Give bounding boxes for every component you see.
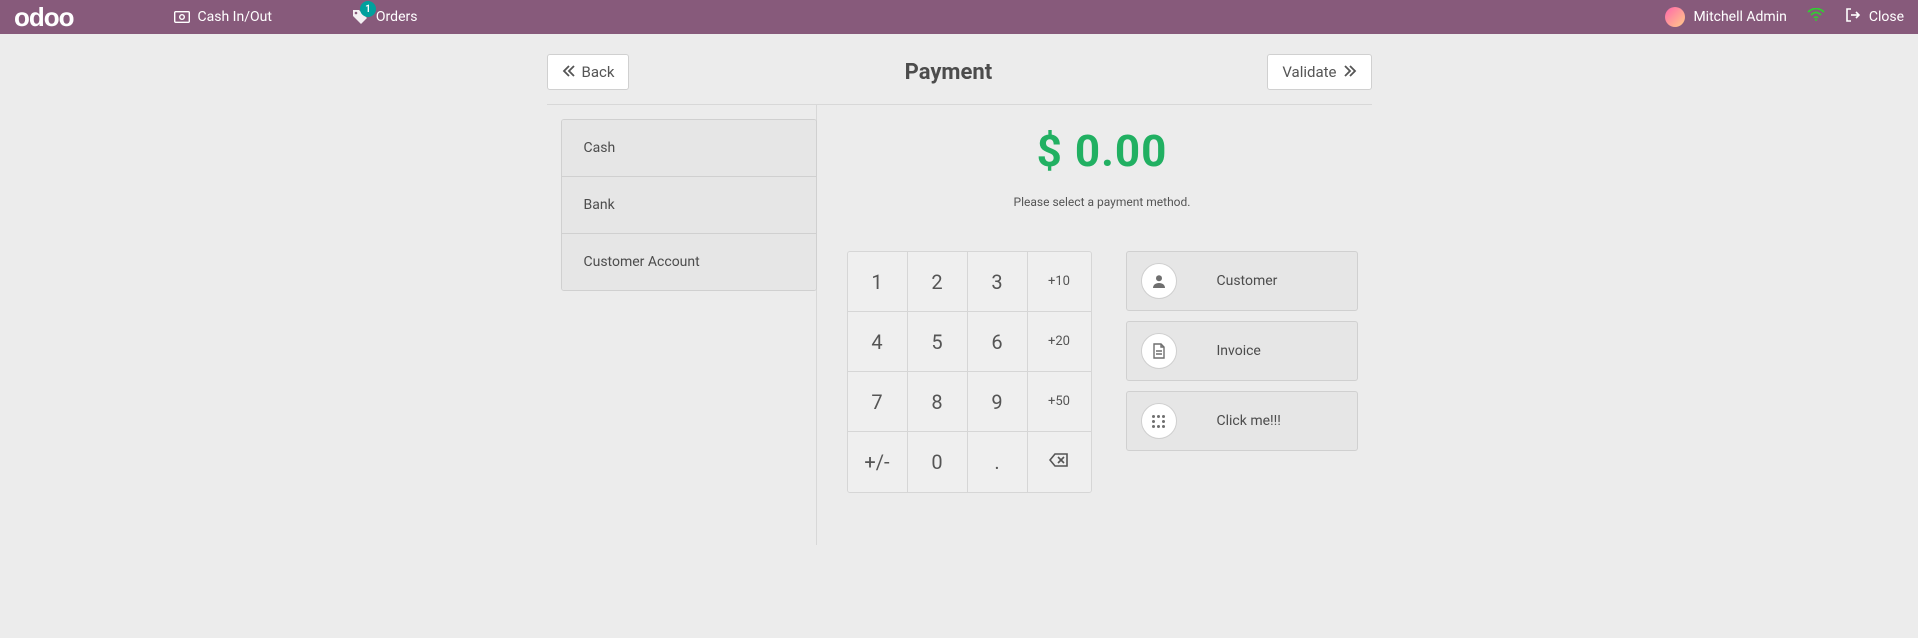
key-1[interactable]: 1: [848, 252, 908, 312]
key-7[interactable]: 7: [848, 372, 908, 432]
clickme-button[interactable]: Click me!!!: [1126, 391, 1358, 451]
validate-label: Validate: [1282, 63, 1336, 81]
key-dot[interactable]: .: [968, 432, 1028, 492]
action-label: Invoice: [1217, 343, 1261, 359]
cash-icon: [174, 9, 190, 25]
key-9[interactable]: 9: [968, 372, 1028, 432]
validate-button[interactable]: Validate: [1267, 54, 1371, 90]
nav-label: Orders: [376, 9, 418, 25]
key-4[interactable]: 4: [848, 312, 908, 372]
key-plus20[interactable]: +20: [1028, 312, 1091, 372]
method-customer-account[interactable]: Customer Account: [562, 234, 816, 290]
lower-row: 1 2 3 +10 4 5 6 +20 7 8 9 +50 +/- 0: [847, 251, 1358, 493]
amount-display: $ 0.00: [847, 125, 1358, 177]
invoice-button[interactable]: Invoice: [1126, 321, 1358, 381]
back-label: Back: [582, 63, 615, 81]
topbar: odoo Cash In/Out 1 Orders Mitchell Admin: [0, 0, 1918, 34]
signout-icon: [1845, 7, 1861, 27]
key-5[interactable]: 5: [908, 312, 968, 372]
spinner-icon: [1141, 403, 1177, 439]
customer-button[interactable]: Customer: [1126, 251, 1358, 311]
action-label: Customer: [1217, 273, 1278, 289]
numpad: 1 2 3 +10 4 5 6 +20 7 8 9 +50 +/- 0: [847, 251, 1092, 493]
backspace-icon: [1049, 453, 1069, 471]
key-0[interactable]: 0: [908, 432, 968, 492]
payment-methods-column: Cash Bank Customer Account: [547, 105, 817, 545]
nav-cash-in-out[interactable]: Cash In/Out: [174, 9, 272, 25]
payment-method-list: Cash Bank Customer Account: [561, 119, 817, 291]
method-cash[interactable]: Cash: [562, 120, 816, 177]
chevron-right-double-icon: [1343, 63, 1357, 81]
panel-header: Back Payment Validate: [547, 44, 1372, 104]
action-label: Click me!!!: [1217, 413, 1281, 429]
page-title: Payment: [905, 60, 992, 85]
content-row: Cash Bank Customer Account $ 0.00 Please…: [547, 104, 1372, 545]
key-sign[interactable]: +/-: [848, 432, 908, 492]
nav-orders[interactable]: 1 Orders: [352, 9, 418, 25]
main: Back Payment Validate Cash Bank Customer…: [0, 34, 1918, 545]
action-column: Customer Invoice Click me!: [1126, 251, 1358, 493]
prompt-text: Please select a payment method.: [847, 195, 1358, 209]
key-3[interactable]: 3: [968, 252, 1028, 312]
chevron-left-double-icon: [562, 63, 576, 81]
user-icon: [1141, 263, 1177, 299]
orders-badge: 1: [360, 1, 376, 17]
method-bank[interactable]: Bank: [562, 177, 816, 234]
key-backspace[interactable]: [1028, 432, 1091, 492]
payment-summary-column: $ 0.00 Please select a payment method. 1…: [817, 105, 1372, 545]
topbar-right: Mitchell Admin Close: [1665, 7, 1904, 27]
file-icon: [1141, 333, 1177, 369]
close-button[interactable]: Close: [1845, 7, 1904, 27]
payment-panel: Back Payment Validate Cash Bank Customer…: [547, 44, 1372, 545]
key-8[interactable]: 8: [908, 372, 968, 432]
key-plus50[interactable]: +50: [1028, 372, 1091, 432]
avatar: [1665, 7, 1685, 27]
key-6[interactable]: 6: [968, 312, 1028, 372]
close-label: Close: [1869, 9, 1904, 25]
user-menu[interactable]: Mitchell Admin: [1665, 7, 1786, 27]
key-plus10[interactable]: +10: [1028, 252, 1091, 312]
back-button[interactable]: Back: [547, 54, 630, 90]
topbar-left: odoo Cash In/Out 1 Orders: [14, 2, 417, 33]
logo[interactable]: odoo: [14, 2, 74, 33]
user-name: Mitchell Admin: [1693, 9, 1786, 25]
nav-label: Cash In/Out: [198, 9, 272, 25]
wifi-icon: [1807, 8, 1825, 26]
key-2[interactable]: 2: [908, 252, 968, 312]
